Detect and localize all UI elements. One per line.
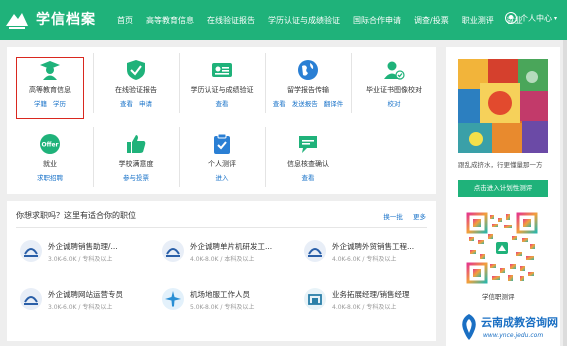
job-title: 机场地服工作人员 [190, 290, 250, 299]
nav-higher-education[interactable]: 高等教育信息 [146, 15, 194, 26]
qr-label: 学信职测评 [482, 293, 515, 301]
service-study-abroad-report[interactable]: 留学报告传输 查看 发送报告 翻译件 [265, 47, 351, 120]
service-title: 毕业证书图像校对 [366, 86, 422, 94]
link-view[interactable]: 查看 [302, 174, 315, 182]
job-title: 外企诚聘单片机研发工... [190, 242, 273, 251]
more-jobs-link[interactable]: 更多 [413, 213, 426, 221]
chevron-down-icon: ▾ [553, 14, 557, 22]
link-apply[interactable]: 申请 [139, 100, 152, 108]
site-logo[interactable]: 学信档案 [4, 6, 96, 32]
job-title: 外企诚聘网站运营专员 [48, 290, 123, 299]
company-logo-icon [20, 288, 42, 310]
job-item[interactable]: 外企诚聘网站运营专员 3.0K-6.0K / 专科及以上 [19, 287, 159, 323]
promo-artwork-image[interactable] [458, 59, 548, 153]
job-item[interactable]: 业务拓展经理/销售经理 4.0K-8.0K / 专科及以上 [303, 287, 443, 323]
job-item[interactable]: 机场地服工作人员 5.0K-8.0K / 专科及以上 [161, 287, 301, 323]
job-meta: 4.0K-8.0K / 本科及以上 [190, 256, 255, 263]
clipboard-check-icon [214, 133, 230, 154]
logo-mountain-icon [6, 13, 28, 29]
promo-text: 跟乱成挤水，行更懂量那一方 [458, 161, 543, 169]
jobs-heading: 你想求职吗？这里有适合你的职位 [16, 211, 136, 220]
watermark-title: 云南成教咨询网 [481, 316, 558, 329]
speech-bubble-icon [299, 136, 317, 153]
career-test-button[interactable]: 点击进入计划性测评 [458, 180, 548, 197]
job-meta: 5.0K-8.0K / 专科及以上 [190, 304, 255, 311]
service-title: 就业 [43, 160, 57, 168]
nav-online-report[interactable]: 在线验证报告 [207, 15, 255, 26]
service-title: 学历认证与成绩验证 [190, 86, 254, 94]
airport-logo-icon [162, 288, 184, 310]
nav-survey[interactable]: 调查/投票 [414, 15, 449, 26]
job-title: 外企诚聘外贸销售工程... [332, 242, 415, 251]
service-school-satisfaction[interactable]: 学校满意度 参与投票 [93, 121, 179, 194]
job-title: 外企诚聘销售助理/... [48, 242, 118, 251]
service-title: 在线验证报告 [115, 86, 157, 94]
job-item[interactable]: 外企诚聘单片机研发工... 4.0K-8.0K / 本科及以上 [161, 239, 301, 275]
svg-text:Offer: Offer [42, 142, 59, 149]
highlight-box [16, 57, 84, 119]
jobs-panel: 你想求职吗？这里有适合你的职位 换一批 更多 外企诚聘销售助理/... 3.0K… [7, 201, 436, 341]
service-title: 留学报告传输 [287, 86, 329, 94]
refresh-jobs-link[interactable]: 换一批 [383, 213, 403, 221]
link-enter[interactable]: 进入 [216, 174, 229, 182]
company-logo-icon [304, 240, 326, 262]
service-certification[interactable]: 学历认证与成绩验证 查看 [179, 47, 265, 120]
service-personal-assessment[interactable]: 个人测评 进入 [179, 121, 265, 194]
service-title: 学校满意度 [118, 160, 154, 168]
user-center-label: 个人中心 [519, 13, 552, 23]
company-logo-icon [162, 240, 184, 262]
nav-international[interactable]: 国际合作申请 [353, 15, 401, 26]
service-title: 信息核查确认 [287, 160, 329, 168]
watermark: 云南成教咨询网 www.ynce.jedu.com [459, 310, 567, 346]
service-online-report[interactable]: 在线验证报告 查看 申请 [93, 47, 179, 120]
user-icon [504, 12, 517, 24]
top-nav-bar: 学信档案 首页 高等教育信息 在线验证报告 学历认证与成绩验证 国际合作申请 调… [0, 0, 567, 40]
company-logo-icon [304, 288, 326, 310]
offer-icon: Offer [40, 134, 60, 154]
service-employment[interactable]: Offer 就业 求职招聘 [7, 121, 93, 194]
nav-career-test[interactable]: 职业测评 [462, 15, 494, 26]
user-center-menu[interactable]: 个人中心 ▾ [504, 12, 557, 24]
link-vote[interactable]: 参与投票 [123, 174, 149, 182]
service-certificate-proofread[interactable]: 毕业证书图像校对 校对 [351, 47, 437, 120]
job-title: 业务拓展经理/销售经理 [332, 290, 410, 299]
id-card-icon [212, 63, 232, 77]
service-title: 个人测评 [208, 160, 236, 168]
link-view[interactable]: 查看 [120, 100, 133, 108]
watermark-url: www.ynce.jedu.com [483, 332, 544, 339]
job-item[interactable]: 外企诚聘外贸销售工程... 4.0K-6.0K / 专科及以上 [303, 239, 443, 275]
job-meta: 4.0K-8.0K / 专科及以上 [332, 304, 397, 311]
nav-certification[interactable]: 学历认证与成绩验证 [268, 15, 340, 26]
company-logo-icon [20, 240, 42, 262]
page-scrollbar[interactable] [563, 40, 567, 346]
job-meta: 3.0K-6.0K / 专科及以上 [48, 304, 113, 311]
shield-check-icon [127, 60, 145, 80]
link-job-search[interactable]: 求职招聘 [37, 174, 63, 182]
main-nav: 首页 高等教育信息 在线验证报告 学历认证与成绩验证 国际合作申请 调查/投票 … [117, 0, 536, 40]
nav-home[interactable]: 首页 [117, 15, 133, 26]
link-translation[interactable]: 翻译件 [324, 100, 344, 108]
thumbs-up-icon [127, 135, 146, 153]
logo-text: 学信档案 [36, 12, 96, 28]
job-meta: 3.0K-6.0K / 专科及以上 [48, 256, 113, 263]
job-item[interactable]: 外企诚聘销售助理/... 3.0K-6.0K / 专科及以上 [19, 239, 159, 275]
service-info-verification[interactable]: 信息核查确认 查看 [265, 121, 351, 194]
link-view[interactable]: 查看 [273, 100, 286, 108]
globe-icon [298, 60, 318, 80]
link-proofread[interactable]: 校对 [388, 100, 401, 108]
link-send-report[interactable]: 发送报告 [292, 100, 318, 108]
watermark-logo-icon [462, 314, 476, 340]
certificate-user-icon [384, 61, 405, 80]
link-view[interactable]: 查看 [216, 100, 229, 108]
services-panel: 高等教育信息 学籍 学历 在线验证报告 查看 申请 学历认证与成绩验证 查看 留… [7, 47, 436, 194]
qr-code-image [466, 212, 538, 284]
right-sidebar: 跟乱成挤水，行更懂量那一方 点击进入计划性测评 学信职测评 [446, 47, 560, 346]
job-meta: 4.0K-6.0K / 专科及以上 [332, 256, 397, 263]
